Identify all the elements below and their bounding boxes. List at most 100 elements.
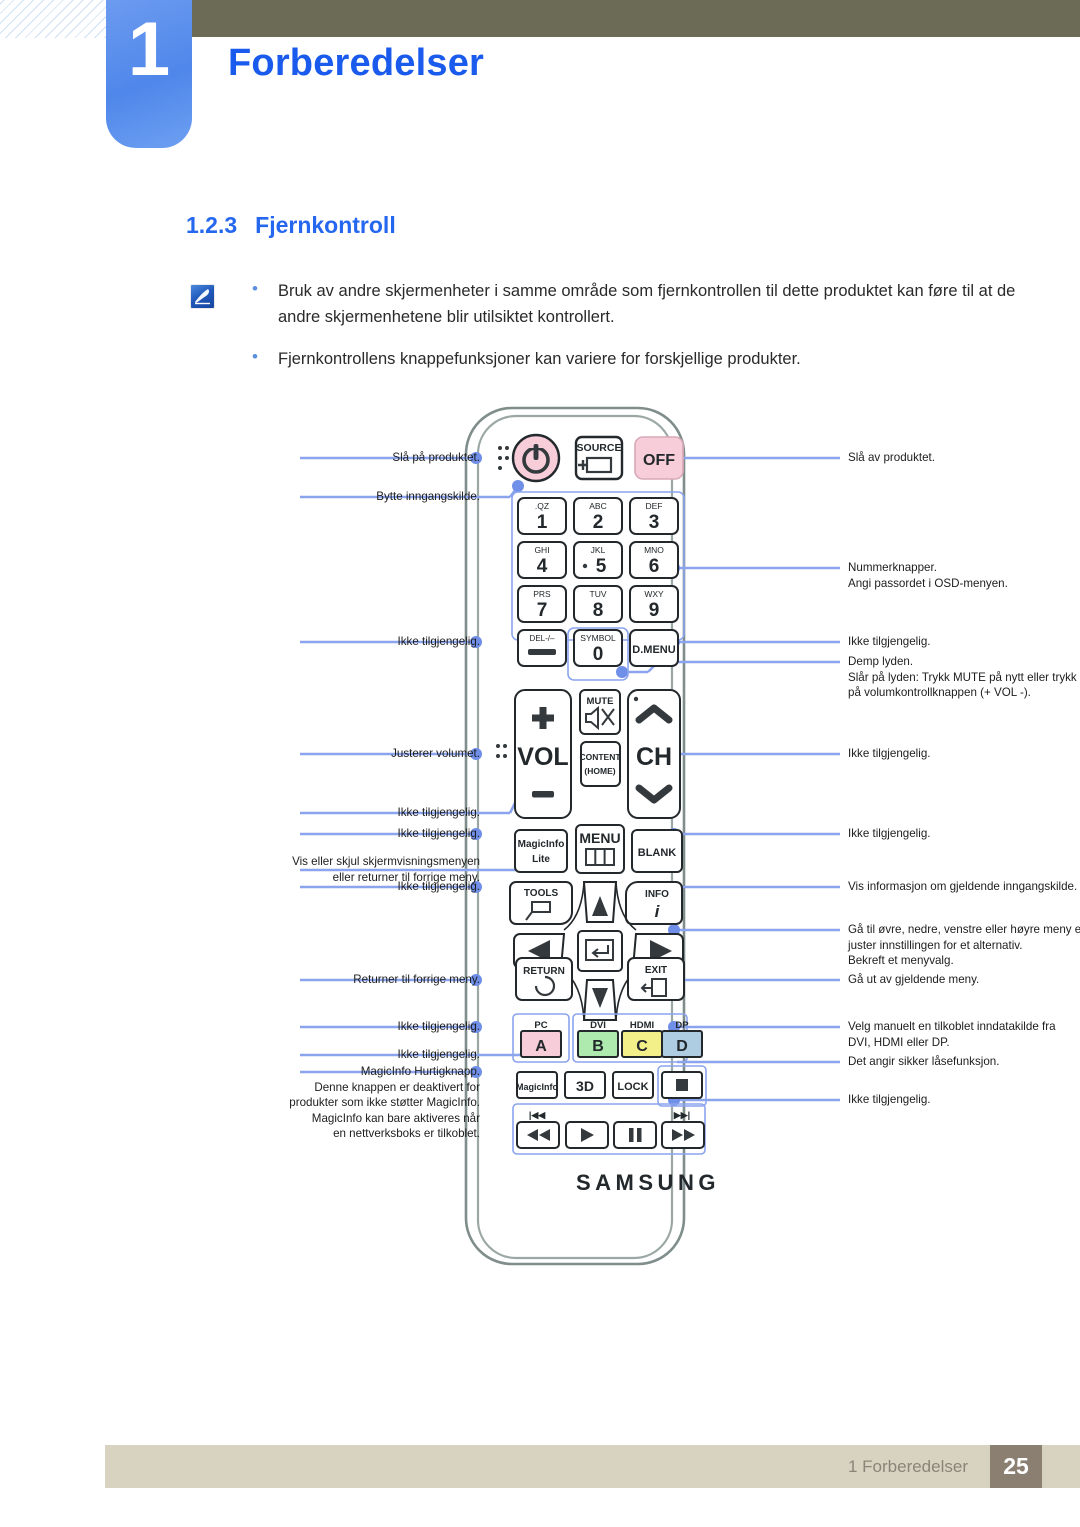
footer-label: 1 Forberedelser <box>847 1457 968 1476</box>
del-button[interactable]: DEL-/– <box>517 629 567 667</box>
lock-button[interactable]: LOCK <box>612 1071 654 1099</box>
key-1-digit: 1 <box>537 512 548 533</box>
info-button[interactable]: INFO i <box>625 881 683 925</box>
three-d-button[interactable]: 3D <box>564 1071 606 1099</box>
key-4-sub: GHI <box>534 545 549 555</box>
note-text: Bruk av andre skjermenheter i samme områ… <box>278 282 1016 326</box>
key-5-digit: 5 <box>596 556 607 577</box>
callout-left-11: MagicInfo Hurtigknapp. Denne knappen er … <box>289 1065 480 1140</box>
next-marker-label: ▶▶| <box>673 1110 690 1120</box>
section-number: 1.2.3 <box>186 212 238 238</box>
callout-right-1: Nummerknapper. Angi passordet i OSD-meny… <box>848 561 1008 590</box>
bullet-glyph: • <box>252 347 258 366</box>
callout-left-2: Ikke tilgjengelig. <box>397 635 481 648</box>
channel-rocker[interactable]: CH <box>627 689 681 819</box>
key-0-digit: 0 <box>593 644 604 665</box>
section-title: Fjernkontroll <box>255 212 396 238</box>
del-label: DEL-/– <box>530 634 555 643</box>
key-9-sub: WXY <box>644 589 664 599</box>
info-label: INFO <box>645 889 669 900</box>
key-0[interactable]: SYMBOL 0 <box>573 629 623 667</box>
source-label: SOURCE <box>577 442 622 454</box>
ch-braille-dot <box>633 696 639 702</box>
chapter-title: Forberedelser <box>228 42 485 84</box>
magicinfo-button[interactable]: MagicInfo <box>516 1071 559 1099</box>
content-home-button[interactable]: CONTENT (HOME) <box>579 741 621 787</box>
key-3[interactable]: DEF 3 <box>629 497 679 535</box>
menu-label: MENU <box>579 830 620 846</box>
blank-button[interactable]: BLANK <box>631 829 683 873</box>
callout-right-9: Velg manuelt en tilkoblet inndatakilde f… <box>848 1020 1056 1049</box>
magicinfo-lite-button[interactable]: MagicInfo Lite <box>514 829 568 873</box>
key-8[interactable]: TUV 8 <box>573 585 623 623</box>
return-button[interactable]: RETURN <box>515 957 573 1001</box>
dmenu-label: D.MENU <box>632 644 675 656</box>
dmenu-button[interactable]: D.MENU <box>629 629 679 667</box>
callout-right-3: Demp lyden. Slår på lyden: Trykk MUTE på… <box>848 655 1077 699</box>
color-key-a-top: PC <box>534 1020 547 1031</box>
key-3-sub: DEF <box>646 501 663 511</box>
key-1[interactable]: .QZ 1 <box>517 497 567 535</box>
color-key-c-top: HDMI <box>630 1020 654 1031</box>
key-9[interactable]: WXY 9 <box>629 585 679 623</box>
key-8-digit: 8 <box>593 600 604 621</box>
key-7-sub: PRS <box>533 589 551 599</box>
key-4[interactable]: GHI 4 <box>517 541 567 579</box>
stop-button[interactable] <box>661 1071 703 1099</box>
color-key-b-letter: B <box>592 1038 604 1055</box>
fast-forward-button[interactable] <box>661 1121 705 1149</box>
remote-control-diagram: .body-out { fill:#fff; stroke:#7f8d8b; s… <box>180 400 1080 1280</box>
mute-button[interactable]: MUTE <box>579 689 621 735</box>
tools-label: TOOLS <box>524 888 559 899</box>
lock-label: LOCK <box>617 1081 648 1093</box>
three-d-label: 3D <box>576 1078 594 1094</box>
callout-right-8: Gå ut av gjeldende meny. <box>848 973 980 986</box>
key-1-sub: .QZ <box>535 501 549 511</box>
pause-button[interactable] <box>613 1121 657 1149</box>
callout-left-9: Ikke tilgjengelig. <box>397 1020 481 1033</box>
exit-button[interactable]: EXIT <box>627 957 685 1001</box>
dpad-enter-button[interactable] <box>577 930 623 972</box>
rewind-button[interactable] <box>516 1121 560 1149</box>
key-6[interactable]: MNO 6 <box>629 541 679 579</box>
off-label: OFF <box>643 452 675 469</box>
chapter-number: 1 <box>127 7 171 92</box>
blank-label: BLANK <box>638 847 677 859</box>
magicinfo-label: MagicInfo <box>516 1082 559 1092</box>
callout-right-7: Gå til øvre, nedre, venstre eller høyre … <box>848 923 1080 967</box>
key-3-digit: 3 <box>649 512 660 533</box>
callout-right-0: Slå av produktet. <box>848 451 936 464</box>
key-5-braille-dot <box>582 563 588 569</box>
key-2-digit: 2 <box>593 512 604 533</box>
note-item: • Bruk av andre skjermenheter i samme om… <box>244 278 1024 330</box>
key-5[interactable]: JKL 5 <box>573 541 623 579</box>
key-9-digit: 9 <box>649 600 660 621</box>
callout-left-0: Slå på produktet. <box>392 451 480 464</box>
menu-button[interactable]: MENU <box>575 824 625 874</box>
key-2[interactable]: ABC 2 <box>573 497 623 535</box>
key-7[interactable]: PRS 7 <box>517 585 567 623</box>
callout-left-5: Ikke tilgjengelig. <box>397 827 481 840</box>
mute-label: MUTE <box>587 696 614 707</box>
callout-right-11: Ikke tilgjengelig. <box>848 1093 931 1106</box>
bullet-glyph: • <box>252 279 258 298</box>
note-list: • Bruk av andre skjermenheter i samme om… <box>244 278 1024 388</box>
key-4-digit: 4 <box>537 556 548 577</box>
callout-left-7: Ikke tilgjengelig. <box>397 880 481 893</box>
callout-right-2: Ikke tilgjengelig. <box>848 635 931 648</box>
color-key-c-letter: C <box>636 1038 648 1055</box>
callout-left-8: Returner til forrige meny. <box>353 973 480 986</box>
volume-rocker[interactable]: VOL <box>514 689 572 819</box>
color-key-d-top: DP <box>675 1020 689 1031</box>
callout-left-10: Ikke tilgjengelig. <box>397 1048 481 1061</box>
note-item: • Fjernkontrollens knappefunksjoner kan … <box>244 346 1024 372</box>
prev-marker-label: |◀◀ <box>529 1110 546 1120</box>
magicinfo-lite-line1: MagicInfo <box>518 839 565 850</box>
callout-right-5: Ikke tilgjengelig. <box>848 827 931 840</box>
content-label: CONTENT <box>579 752 621 762</box>
play-button[interactable] <box>565 1121 609 1149</box>
exit-label: EXIT <box>645 965 667 976</box>
color-key-a-letter: A <box>535 1038 547 1055</box>
page-number-badge: 25 <box>990 1445 1042 1488</box>
callout-left-4: Ikke tilgjengelig. <box>397 806 481 819</box>
